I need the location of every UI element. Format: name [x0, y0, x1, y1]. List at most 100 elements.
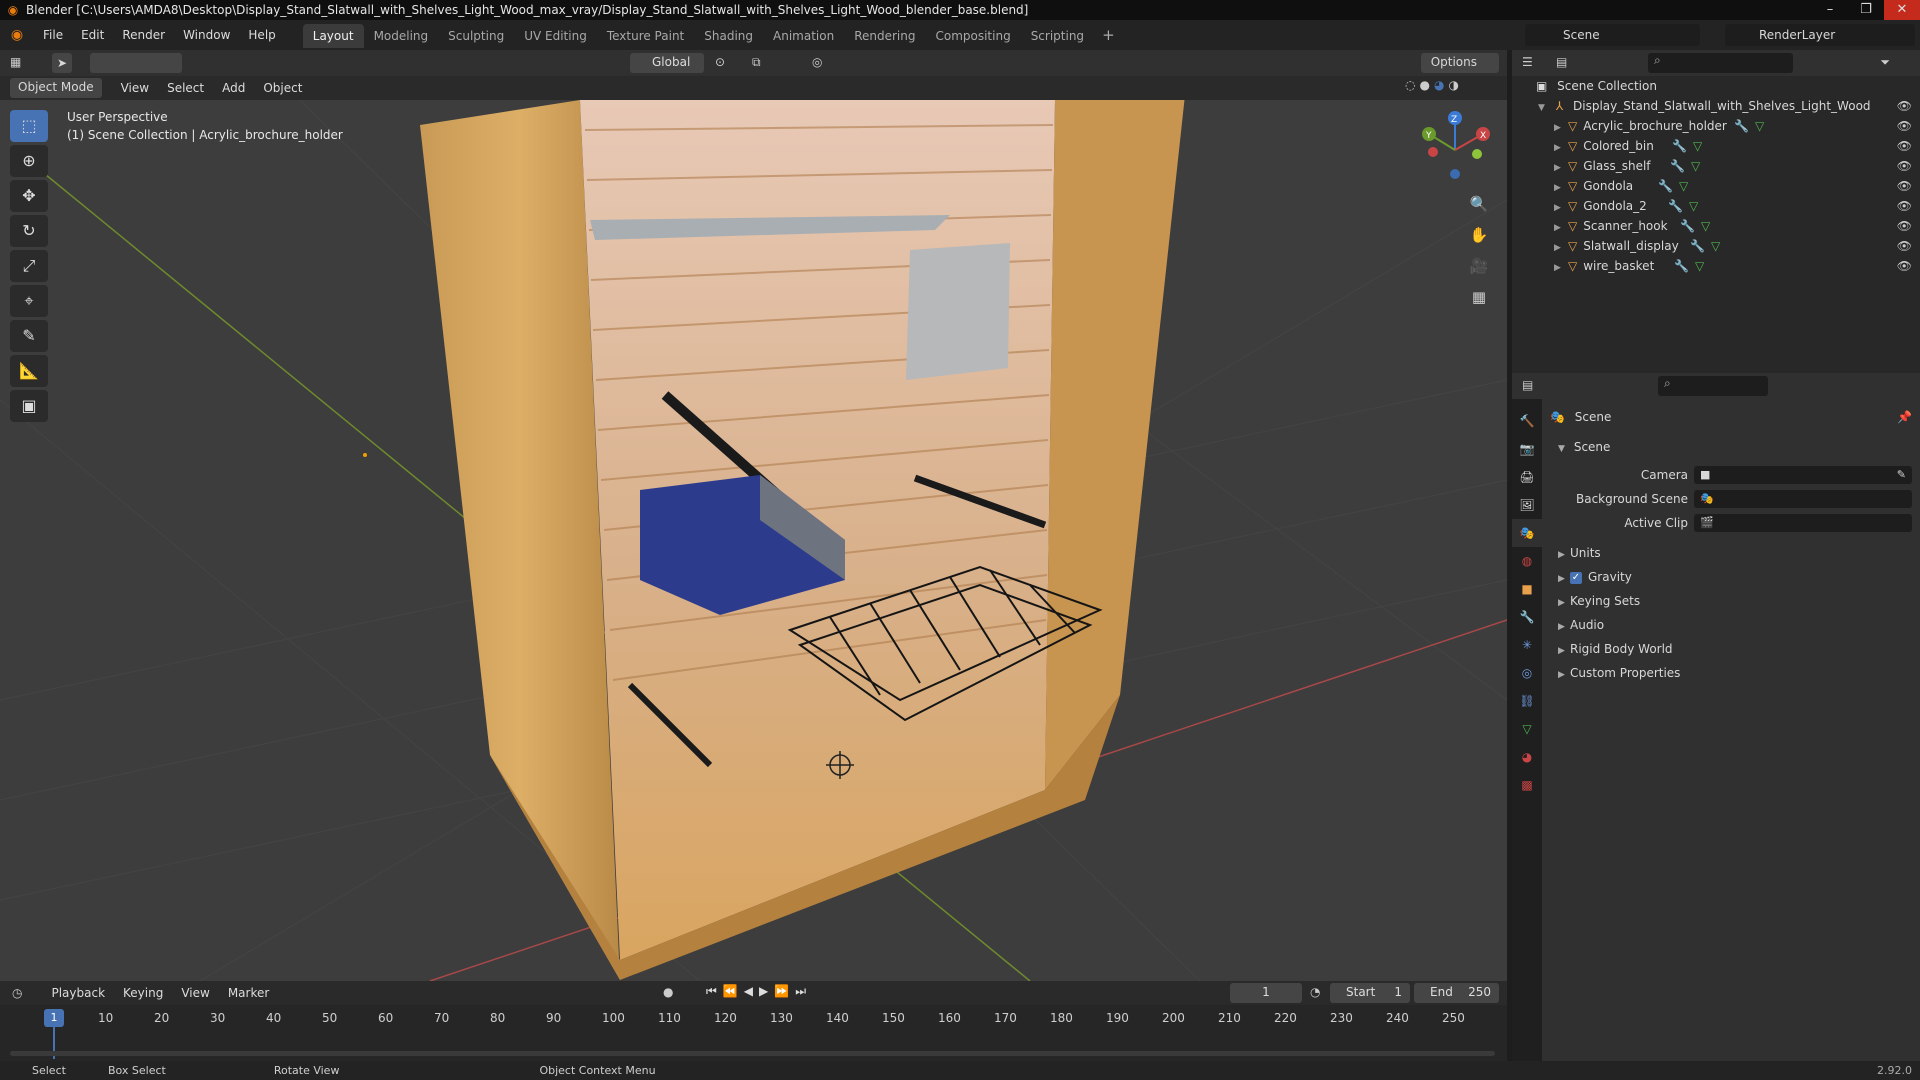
outliner-item[interactable]: ▶ ▽ Gondola 🔧 ▽ 👁 [1512, 176, 1920, 196]
tab-layout[interactable]: Layout [302, 24, 364, 48]
pivot-icon[interactable]: ⊙ [715, 55, 725, 69]
keying-sets-panel-header[interactable]: ▶ Keying Sets [1546, 589, 1918, 613]
viewport-menu-select[interactable]: Select [158, 81, 213, 95]
prev-keyframe-icon[interactable]: ⏪ [723, 984, 738, 999]
proportional-edit-icon[interactable]: ◎ [812, 55, 822, 69]
properties-search-field[interactable]: ⌕ [1658, 376, 1768, 396]
next-keyframe-icon[interactable]: ⏩ [774, 984, 789, 999]
modifier-tab-icon[interactable]: 🔧 [1512, 603, 1542, 631]
select-tool-icon[interactable]: ➤ [52, 53, 72, 73]
timeline-menu-view[interactable]: View [172, 986, 218, 1000]
tab-compositing[interactable]: Compositing [925, 24, 1020, 48]
visibility-icon[interactable]: 👁 [1897, 176, 1912, 196]
editor-type-icon[interactable]: ▦ [10, 55, 21, 69]
tab-animation[interactable]: Animation [763, 24, 844, 48]
rendered-shading-icon[interactable]: ◑ [1448, 78, 1458, 98]
snap-icon[interactable]: ⧉ [752, 55, 761, 70]
menu-edit[interactable]: Edit [72, 28, 113, 42]
visibility-icon[interactable]: 👁 [1897, 196, 1912, 216]
menu-render[interactable]: Render [113, 28, 174, 42]
outliner-item[interactable]: ▶ ▽ Colored_bin 🔧 ▽ 👁 [1512, 136, 1920, 156]
outliner-item[interactable]: ▶ ▽ Scanner_hook 🔧 ▽ 👁 [1512, 216, 1920, 236]
visibility-icon[interactable]: 👁 [1897, 216, 1912, 236]
gravity-checkbox[interactable]: ✓ [1570, 571, 1582, 584]
ortho-grid-icon[interactable]: ▦ [1465, 283, 1493, 311]
physics-tab-icon[interactable]: ◎ [1512, 659, 1542, 687]
outliner-item[interactable]: ▶ ▽ Gondola_2 🔧 ▽ 👁 [1512, 196, 1920, 216]
timeline-area[interactable]: 1 10 20 30 40 50 60 70 80 90 100 110 120 130 140 150 16… [0, 1005, 1507, 1061]
viewport-menu-view[interactable]: View [112, 81, 158, 95]
menu-file[interactable]: File [34, 28, 72, 42]
expand-item-icon[interactable]: ▶ [1554, 198, 1568, 218]
tab-scripting[interactable]: Scripting [1021, 24, 1094, 48]
solid-shading-icon[interactable]: ● [1419, 78, 1429, 98]
object-tab-icon[interactable]: ■ [1512, 575, 1542, 603]
outliner-item[interactable]: ▶ ▽ Glass_shelf 🔧 ▽ 👁 [1512, 156, 1920, 176]
render-tab-icon[interactable]: 📷 [1512, 435, 1542, 463]
expand-item-icon[interactable]: ▶ [1554, 178, 1568, 198]
tab-uv-editing[interactable]: UV Editing [514, 24, 597, 48]
select-mode-icons[interactable] [90, 53, 182, 73]
record-icon[interactable]: ● [663, 985, 673, 999]
scene-panel-header[interactable]: ▼ Scene [1546, 435, 1918, 459]
tab-texture-paint[interactable]: Texture Paint [597, 24, 694, 48]
transform-tool-icon[interactable]: ⌖ [10, 285, 48, 317]
visibility-icon[interactable]: 👁 [1897, 116, 1912, 136]
current-frame-field[interactable]: 1 [1230, 983, 1302, 1003]
expand-item-icon[interactable]: ▶ [1554, 138, 1568, 158]
audio-panel-header[interactable]: ▶ Audio [1546, 613, 1918, 637]
modifier-icon[interactable]: 🔧 ▽ [1674, 256, 1704, 276]
properties-editor-icon[interactable]: ▤ [1522, 378, 1533, 392]
pan-hand-icon[interactable]: ✋ [1465, 221, 1493, 249]
particles-tab-icon[interactable]: ✳ [1512, 631, 1542, 659]
wireframe-shading-icon[interactable]: ◌ [1405, 78, 1415, 98]
visibility-icon[interactable]: 👁 [1897, 236, 1912, 256]
expand-item-icon[interactable]: ▶ [1554, 158, 1568, 178]
visibility-icon[interactable]: 👁 [1897, 96, 1912, 116]
background-scene-field[interactable]: 🎭 [1694, 490, 1912, 508]
play-icon[interactable]: ▶ [759, 984, 768, 999]
expand-item-icon[interactable]: ▶ [1554, 258, 1568, 278]
playhead-frame[interactable]: 1 [44, 1009, 64, 1027]
outliner-item[interactable]: ▶ ▽ Slatwall_display 🔧 ▽ 👁 [1512, 236, 1920, 256]
material-tab-icon[interactable]: ◕ [1512, 743, 1542, 771]
output-tab-icon[interactable]: 🖨 [1512, 463, 1542, 491]
filter-icon[interactable]: ⏷ [1880, 55, 1890, 70]
measure-tool-icon[interactable]: 📐 [10, 355, 48, 387]
minimize-button[interactable]: – [1812, 0, 1848, 20]
expand-item-icon[interactable]: ▶ [1554, 118, 1568, 138]
preview-range-icon[interactable]: ◔ [1310, 985, 1320, 999]
modifier-icon[interactable]: 🔧 ▽ [1690, 236, 1720, 256]
jump-start-icon[interactable]: ⏮ [706, 984, 717, 999]
expand-item-icon[interactable]: ▶ [1554, 218, 1568, 238]
rotate-tool-icon[interactable]: ↻ [10, 215, 48, 247]
constraints-tab-icon[interactable]: ⛓ [1512, 687, 1542, 715]
add-workspace-button[interactable]: + [1094, 22, 1123, 48]
play-reverse-icon[interactable]: ◀ [744, 984, 753, 999]
visibility-icon[interactable]: 👁 [1897, 256, 1912, 276]
timeline-scrollbar[interactable] [10, 1051, 1495, 1056]
modifier-icon[interactable]: 🔧 ▽ [1670, 156, 1700, 176]
start-frame-field[interactable]: Start 1 [1330, 983, 1410, 1003]
modifier-icon[interactable]: 🔧 ▽ [1658, 176, 1688, 196]
eyedropper-icon[interactable]: ✎ [1897, 463, 1906, 487]
rigid-body-panel-header[interactable]: ▶ Rigid Body World [1546, 637, 1918, 661]
cursor-tool-icon[interactable]: ⊕ [10, 145, 48, 177]
gravity-panel-header[interactable]: ▶ ✓ Gravity [1546, 565, 1918, 589]
texture-tab-icon[interactable]: ▩ [1512, 771, 1542, 799]
scene-selector[interactable]: Scene [1525, 24, 1700, 46]
shading-mode-icons[interactable]: ◌ ● ◕ ◑ [1405, 78, 1495, 98]
outliner-editor-icon[interactable]: ☰ [1522, 55, 1533, 69]
annotate-tool-icon[interactable]: ✎ [10, 320, 48, 352]
outliner-item[interactable]: ▶ ▽ wire_basket 🔧 ▽ 👁 [1512, 256, 1920, 276]
orientation-dropdown[interactable]: Global [630, 53, 704, 73]
pin-icon[interactable]: 📌 [1897, 405, 1912, 429]
view-layer-tab-icon[interactable]: 🖼 [1512, 491, 1542, 519]
custom-properties-panel-header[interactable]: ▶ Custom Properties [1546, 661, 1918, 685]
modifier-icon[interactable]: 🔧 ▽ [1734, 116, 1764, 136]
end-frame-field[interactable]: End 250 [1414, 983, 1499, 1003]
tab-modeling[interactable]: Modeling [364, 24, 439, 48]
display-mode-icon[interactable]: ▤ [1556, 55, 1567, 69]
expand-collection-icon[interactable]: ▼ [1538, 98, 1552, 118]
world-tab-icon[interactable]: ◍ [1512, 547, 1542, 575]
